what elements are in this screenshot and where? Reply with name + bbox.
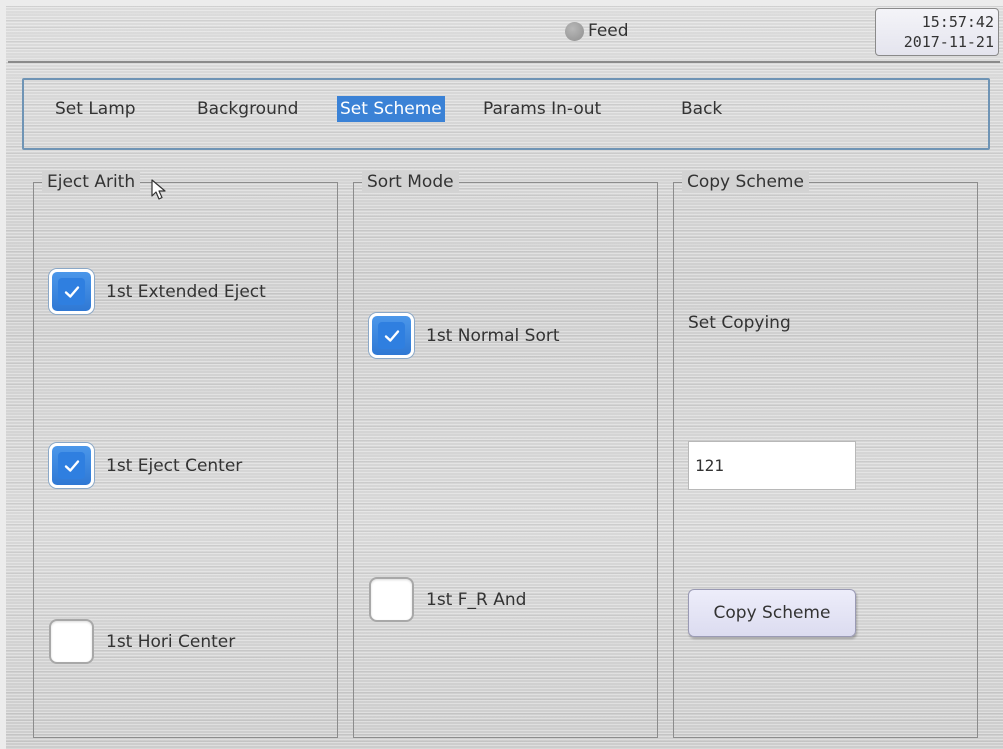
checkbox-fr-and[interactable] [369,577,414,622]
copy-scheme-group: Copy Scheme Set Copying 121 Copy Scheme [673,171,978,738]
eject-option-hori-center[interactable]: 1st Hori Center [49,619,235,664]
menu-item-back[interactable]: Back [678,96,725,122]
hori-center-label: 1st Hori Center [106,631,236,652]
copy-scheme-input[interactable]: 121 [688,441,856,490]
checkmark-icon [58,278,85,305]
extended-eject-label: 1st Extended Eject [106,281,266,302]
sort-mode-title: Sort Mode [362,171,459,193]
checkbox-extended-eject[interactable] [49,269,94,314]
sort-option-normal[interactable]: 1st Normal Sort [369,313,560,358]
menu-bar: Set Lamp Background Set Scheme Params In… [22,78,990,150]
menu-item-params-in-out[interactable]: Params In-out [480,96,604,122]
top-divider [8,61,1000,63]
checkmark-icon [378,322,405,349]
clock-date: 2017-11-21 [903,33,994,51]
checkbox-hori-center[interactable] [49,619,94,664]
feed-label: Feed [588,21,629,41]
checkbox-normal-sort[interactable] [369,313,414,358]
eject-option-extended[interactable]: 1st Extended Eject [49,269,266,314]
mouse-pointer-icon [151,179,166,200]
normal-sort-label: 1st Normal Sort [426,325,560,346]
checkmark-icon [58,452,85,479]
eject-arith-title: Eject Arith [42,171,141,193]
feed-status: Feed [565,18,629,44]
clock-time: 15:57:42 [921,13,994,31]
menu-item-set-scheme[interactable]: Set Scheme [337,96,445,122]
clock-display: 15:57:42 2017-11-21 [875,8,999,56]
menu-item-set-lamp[interactable]: Set Lamp [52,96,139,122]
eject-center-label: 1st Eject Center [106,455,243,476]
menu-item-background[interactable]: Background [194,96,301,122]
copy-scheme-title: Copy Scheme [682,171,809,193]
checkbox-eject-center[interactable] [49,443,94,488]
top-bar [6,6,1001,62]
fr-and-label: 1st F_R And [426,589,527,610]
status-dot-icon [565,21,584,41]
sort-mode-group: Sort Mode 1st Normal Sort 1st F_R And [353,171,658,738]
sort-option-fr-and[interactable]: 1st F_R And [369,577,526,622]
eject-option-center[interactable]: 1st Eject Center [49,443,242,488]
eject-arith-group: Eject Arith 1st Extended Eject 1st Eject… [33,171,338,738]
set-copying-label: Set Copying [688,313,791,333]
copy-scheme-button[interactable]: Copy Scheme [688,589,856,637]
